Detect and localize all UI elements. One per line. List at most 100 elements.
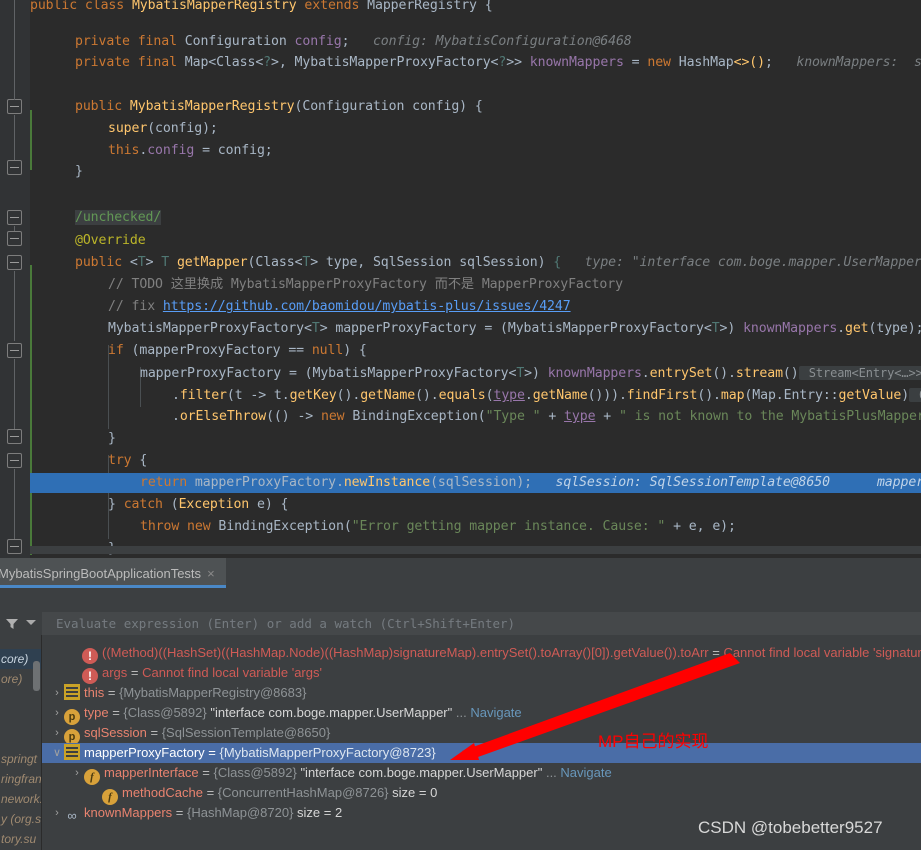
fold-marker[interactable] [7,99,22,114]
editor-gutter[interactable] [0,0,30,558]
tab-mybatis-spring-boot-application-tests[interactable]: MybatisSpringBootApplicationTests × [0,558,226,588]
code-token: T [161,255,177,270]
code-line[interactable]: MybatisMapperProxyFactory<T> mapperProxy… [108,319,921,339]
code-line[interactable]: private final Configuration config; conf… [75,32,632,52]
fold-marker[interactable] [7,343,22,358]
map-icon: ∞ [67,808,77,823]
stack-frame-item[interactable]: tory.su [0,829,41,849]
code-line[interactable]: try { [108,451,147,471]
code-line[interactable]: .filter(t -> t.getKey().getName().equals… [172,385,921,405]
code-token: class [84,0,132,13]
code-token: knownMappers [743,321,838,336]
fold-marker[interactable] [7,539,22,554]
code-token: new [647,55,679,70]
code-token: new [187,519,219,534]
code-token: type [564,409,596,424]
variable-row[interactable]: › this = {MybatisMapperRegistry@8683} [42,683,921,703]
fold-marker[interactable] [7,453,22,468]
stack-frame-item[interactable]: nework. [0,789,41,809]
variable-row[interactable]: ! ((Method)((HashSet)((HashMap.Node)((Has… [42,643,921,664]
code-token: final [137,55,185,70]
variable-row[interactable]: ∨ mapperProxyFactory = {MybatisMapperProx… [42,743,921,763]
code-token: getName [532,388,588,403]
stack-frame-item[interactable]: springt [0,749,41,769]
variable-size: size = 0 [392,785,438,800]
variable-size: size = 2 [297,805,343,820]
code-line[interactable]: if (mapperProxyFactory == null) { [108,341,367,361]
code-line[interactable]: /unchecked/ [75,208,161,228]
fold-marker[interactable] [7,160,22,175]
code-line[interactable]: throw new BindingException("Error gettin… [140,517,736,537]
code-line[interactable]: mapperProxyFactory = (MybatisMapperProxy… [140,363,921,383]
code-text-area[interactable]: public class MybatisMapperRegistry exten… [30,0,921,558]
code-token: < [129,255,138,270]
code-line[interactable]: } [75,162,83,182]
code-line[interactable]: this.config = config; [108,141,273,161]
variable-row[interactable]: › p type = {Class@5892} "interface com.bog… [42,703,921,725]
code-line[interactable]: private final Map<Class<?>, MybatisMappe… [75,53,921,73]
code-line[interactable]: public <T> T getMapper(Class<T> type, Sq… [75,253,921,273]
code-token: try [108,453,140,468]
chevron-right-icon[interactable]: › [70,763,84,783]
variable-row[interactable]: f methodCache = {ConcurrentHashMap@8726} … [42,783,921,805]
evaluate-expression-row[interactable]: Evaluate expression (Enter) or add a wat… [0,612,921,635]
code-line[interactable]: super(config); [108,119,218,139]
code-line[interactable]: @Override [75,231,146,251]
variable-equals: = [204,745,220,760]
fold-marker[interactable] [7,210,22,225]
variable-name: knownMappers [84,805,173,820]
variable-navigate-link[interactable]: Navigate [470,705,521,720]
code-token: (sqlSession); [430,475,533,490]
chevron-down-icon[interactable] [26,620,36,625]
code-token: MybatisMapperRegistry [131,0,305,13]
variable-row[interactable]: › p sqlSession = {SqlSessionTemplate@8650} [42,723,921,745]
fold-marker[interactable] [7,231,22,246]
frames-scrollbar-thumb[interactable] [33,661,40,691]
variable-row[interactable]: ! args = Cannot find local variable 'args… [42,663,921,684]
code-token: private [75,34,138,49]
fold-marker[interactable] [7,429,22,444]
code-token: . [172,409,180,424]
code-token: mapperProxyFactory. [194,475,344,490]
filter-icon[interactable] [4,616,20,632]
evaluate-expression-input[interactable]: Evaluate expression (Enter) or add a wat… [42,612,921,635]
code-token: > [145,255,162,270]
code-token: T [711,321,720,336]
code-token: super [108,121,148,136]
stack-frame-item[interactable]: ringfran [0,769,41,789]
debugger-panel: Evaluate expression (Enter) or add a wat… [0,588,921,850]
code-line[interactable]: // TODO 这里换成 MybatisMapperProxyFactory 而… [108,275,623,295]
code-token: > [319,321,336,336]
chevron-right-icon[interactable]: › [50,683,64,703]
variable-navigate-link[interactable]: Navigate [560,765,611,780]
stack-frame-item[interactable]: y (org.s [0,809,41,829]
code-line[interactable]: public class MybatisMapperRegistry exten… [30,0,493,16]
debug-session-tabbar[interactable]: MybatisSpringBootApplicationTests × [0,558,921,588]
obj-icon [64,684,80,700]
code-token: + [595,409,619,424]
code-token: ( [343,519,352,534]
fold-marker[interactable] [7,255,22,270]
code-line[interactable]: public MybatisMapperRegistry(Configurati… [75,97,483,117]
chevron-right-icon[interactable]: › [50,703,64,723]
variable-string-value: "interface com.boge.mapper.UserMapper" [300,765,543,780]
close-icon[interactable]: × [207,566,215,581]
code-token: ) [537,255,554,270]
code-line[interactable]: } [108,429,116,449]
variable-reference: {Class@5892} [213,765,297,780]
variable-row[interactable]: › f mapperInterface = {Class@5892} "interf… [42,763,921,785]
code-editor[interactable]: public class MybatisMapperRegistry exten… [0,0,921,558]
variable-name: type [84,705,109,720]
chevron-right-icon[interactable]: › [50,723,64,743]
code-token: throw [140,519,188,534]
editor-hscrollbar-track[interactable] [30,546,921,554]
code-line[interactable]: return mapperProxyFactory.newInstance(sq… [140,473,921,493]
code-line[interactable]: .orElseThrow(() -> new BindingException(… [172,407,921,427]
code-token: (mapperProxyFactory == [131,343,312,358]
variable-reference: {SqlSessionTemplate@8650} [161,725,331,740]
code-line[interactable]: // fix https://github.com/baomidou/mybat… [108,297,571,317]
chevron-down-icon[interactable]: ∨ [50,743,64,763]
code-token: sqlSession: SqlSessionTemplate@8650 mapp… [532,475,921,490]
code-line[interactable]: } catch (Exception e) { [108,495,288,515]
chevron-right-icon[interactable]: › [50,803,64,823]
